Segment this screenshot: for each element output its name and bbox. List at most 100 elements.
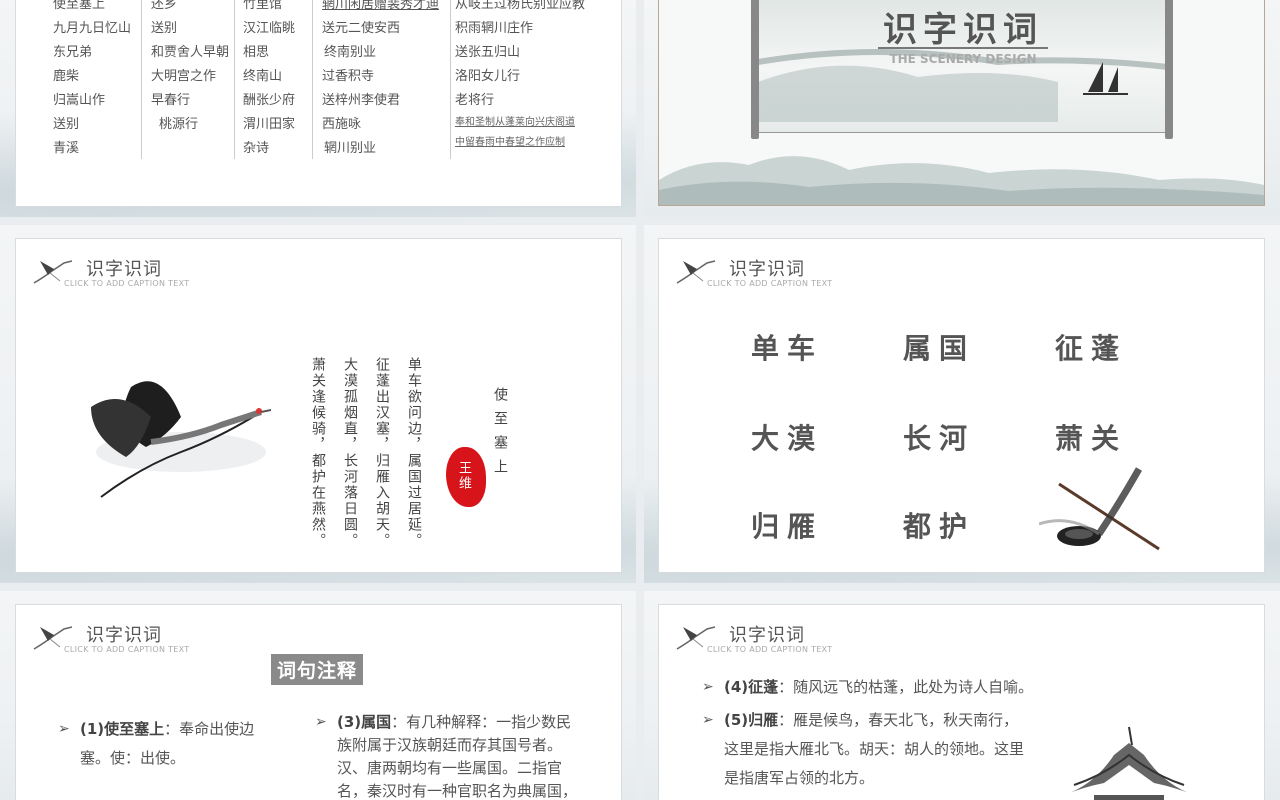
note-text: 塞。使：出使。 bbox=[80, 749, 186, 767]
note-text: ：奉命出使边 bbox=[164, 720, 255, 738]
poem-item: 终南山 bbox=[243, 69, 283, 84]
poem-item: 归嵩山作 bbox=[53, 93, 106, 108]
caption-text: CLICK TO ADD CAPTION TEXT bbox=[64, 645, 190, 654]
note-heading: (1)使至塞上 bbox=[80, 720, 165, 738]
poem-title: 使至塞上 bbox=[492, 387, 508, 483]
poem-item: 过香积寺 bbox=[322, 69, 375, 84]
poem-item: 送元二使安西 bbox=[322, 21, 401, 36]
poem-item: 积雨辋川庄作 bbox=[455, 21, 534, 36]
note-text: ：随风远飞的枯蓬，此处为诗人自喻。 bbox=[778, 678, 1034, 696]
note-text: 是指唐军占领的北方。 bbox=[724, 769, 875, 787]
poem-list-col4: 辋川闲居赠裴秀才迪 送元二使安西 终南别业 过香积寺 送梓州李使君 西施咏 辋川… bbox=[322, 0, 439, 161]
note-heading: (5)归雁 bbox=[724, 711, 779, 729]
slide-thumbnail-2[interactable]: 识字识词 THE SCENERY DESIGN bbox=[644, 0, 1280, 217]
poem-item: 从岐王过杨氏别业应教 bbox=[455, 0, 586, 12]
column-divider bbox=[141, 0, 142, 159]
note-5: ➢ (5)归雁：雁是候鸟，春天北飞，秋天南行， 这里是指大雁北飞。胡天：胡人的领… bbox=[702, 706, 1084, 793]
poem-item: 送别 bbox=[151, 21, 178, 36]
poem-item: 汉江临眺 bbox=[243, 21, 296, 36]
note-heading: (3)属国 bbox=[337, 713, 392, 731]
ink-mountain-illustration bbox=[659, 156, 1264, 205]
poem-item: 辋川别业 bbox=[324, 141, 377, 156]
note-3: ➢ (3)属国：有几种解释：一指少数民 族附属于汉族朝廷而存其国号者。 汉、唐两… bbox=[315, 711, 607, 800]
arrow-bullet-icon: ➢ bbox=[58, 721, 70, 737]
slide-subtitle: THE SCENERY DESIGN bbox=[889, 52, 1037, 66]
note-text: ：雁是候鸟，春天北飞，秋天南行， bbox=[778, 711, 1019, 729]
poem-list-col2: 还乡 送别 和贾舍人早朝 大明宫之作 早春行 桃源行 bbox=[151, 0, 229, 137]
note-text: 汉、唐两朝均有一些属国。二指官 bbox=[337, 759, 563, 777]
poem-list-col5: 从岐王过杨氏别业应教 积雨辋川庄作 送张五归山 洛阳女儿行 老将行 奉和圣制从蓬… bbox=[455, 0, 585, 153]
poem-item: 辋川闲居赠裴秀才迪 bbox=[322, 0, 440, 12]
caption-text: CLICK TO ADD CAPTION TEXT bbox=[707, 645, 833, 654]
vocab-word: 都护 bbox=[903, 510, 976, 543]
poem-item: 青溪 bbox=[53, 141, 80, 156]
crane-illustration bbox=[91, 381, 271, 498]
poem-item: 早春行 bbox=[151, 93, 191, 108]
slide-card: 使至塞上 九月九日忆山 东兄弟 鹿柴 归嵩山作 送别 青溪 还乡 送别 和贾舍人… bbox=[15, 0, 622, 207]
note-1: ➢ (1)使至塞上：奉命出使边 塞。使：出使。 bbox=[58, 715, 280, 773]
page-title: 识字识词 bbox=[86, 259, 162, 280]
poem-line: 单车欲问边，属国过居延。 bbox=[406, 357, 422, 549]
poem-item: 送梓州李使君 bbox=[322, 93, 401, 108]
poem-author: 王维 bbox=[456, 461, 471, 491]
slide-thumbnail-5[interactable]: 识字识词 CLICK TO ADD CAPTION TEXT 词句注释 ➢ (1… bbox=[0, 591, 636, 800]
page-title: 识字识词 bbox=[729, 259, 805, 280]
poem-line: 大漠孤烟直，长河落日圆。 bbox=[342, 357, 358, 549]
note-heading: (4)征蓬 bbox=[724, 678, 779, 696]
column-divider bbox=[234, 0, 235, 159]
poem-item: 相思 bbox=[243, 45, 270, 60]
vocab-word: 大漠 bbox=[751, 422, 824, 455]
section-title: 词句注释 bbox=[271, 654, 364, 685]
vocab-word: 长河 bbox=[903, 422, 976, 455]
poem-item: 东兄弟 bbox=[53, 45, 93, 60]
slide-thumbnail-3[interactable]: 识字识词 CLICK TO ADD CAPTION TEXT 单车欲问边，属国过… bbox=[0, 225, 636, 583]
title-underline bbox=[878, 47, 1048, 49]
poem-item: 送别 bbox=[53, 117, 80, 132]
vocab-word: 归雁 bbox=[751, 510, 824, 543]
note-text: 族附属于汉族朝廷而存其国号者。 bbox=[337, 736, 563, 754]
caption-text: CLICK TO ADD CAPTION TEXT bbox=[64, 279, 190, 288]
poem-item: 渭川田家 bbox=[243, 117, 296, 132]
slide-thumbnail-4[interactable]: 识字识词 CLICK TO ADD CAPTION TEXT 单车 属国 征蓬 … bbox=[644, 225, 1280, 583]
note-text: 这里是指大雁北飞。胡天：胡人的领地。这里 bbox=[724, 740, 1025, 758]
poem-item: 西施咏 bbox=[322, 117, 362, 132]
poem-item: 鹿柴 bbox=[53, 69, 80, 84]
poem-item: 还乡 bbox=[151, 0, 178, 12]
poem-item: 酬张少府 bbox=[243, 93, 296, 108]
poem-item: 大明宫之作 bbox=[151, 69, 217, 84]
poem-item: 老将行 bbox=[455, 93, 495, 108]
poem-item: 洛阳女儿行 bbox=[455, 69, 521, 84]
poem-item: 送张五归山 bbox=[455, 45, 521, 60]
ink-brush-illustration bbox=[1039, 467, 1160, 551]
poem-item: 奉和圣制从蓬莱向兴庆阁道 bbox=[455, 117, 575, 128]
note-4: ➢ (4)征蓬：随风远飞的枯蓬，此处为诗人自喻。 bbox=[702, 673, 1124, 702]
poem-item: 中留春雨中春望之作应制 bbox=[455, 137, 565, 148]
poem-list-col1: 使至塞上 九月九日忆山 东兄弟 鹿柴 归嵩山作 送别 青溪 bbox=[53, 0, 131, 161]
scroll-rod bbox=[1165, 0, 1173, 139]
vocab-word: 征蓬 bbox=[1055, 332, 1128, 365]
poem-item: 桃源行 bbox=[159, 117, 199, 132]
slide-card: 识字识词 CLICK TO ADD CAPTION TEXT 单车欲问边，属国过… bbox=[15, 238, 622, 573]
slide-thumbnail-1[interactable]: 使至塞上 九月九日忆山 东兄弟 鹿柴 归嵩山作 送别 青溪 还乡 送别 和贾舍人… bbox=[0, 0, 636, 217]
poem-item: 终南别业 bbox=[324, 45, 377, 60]
scroll-rod bbox=[751, 0, 759, 139]
page-title: 识字识词 bbox=[86, 625, 162, 646]
pavilion-illustration bbox=[1064, 726, 1194, 800]
vocab-word: 萧关 bbox=[1055, 422, 1128, 455]
slide-card: 识字识词 CLICK TO ADD CAPTION TEXT ➢ (4)征蓬：随… bbox=[658, 604, 1265, 800]
slide-thumbnail-6[interactable]: 识字识词 CLICK TO ADD CAPTION TEXT ➢ (4)征蓬：随… bbox=[644, 591, 1280, 800]
poem-item: 杂诗 bbox=[243, 141, 270, 156]
arrow-bullet-icon: ➢ bbox=[315, 714, 327, 730]
page-title: 识字识词 bbox=[729, 625, 805, 646]
note-text: 名，秦汉时有一种官职名为典属国， bbox=[337, 782, 578, 800]
vocab-word: 单车 bbox=[751, 332, 824, 365]
slide-title: 识字识词 bbox=[883, 10, 1043, 50]
poem-line: 萧关逢候骑，都护在燕然。 bbox=[310, 357, 326, 549]
arrow-bullet-icon: ➢ bbox=[702, 679, 714, 695]
column-divider bbox=[312, 0, 313, 159]
note-text: ：有几种解释：一指少数民 bbox=[391, 713, 572, 731]
poem-item: 和贾舍人早朝 bbox=[151, 45, 230, 60]
scroll-painting: 识字识词 THE SCENERY DESIGN bbox=[757, 0, 1169, 133]
poem-item: 九月九日忆山 bbox=[53, 21, 132, 36]
vocab-word: 属国 bbox=[903, 332, 976, 365]
